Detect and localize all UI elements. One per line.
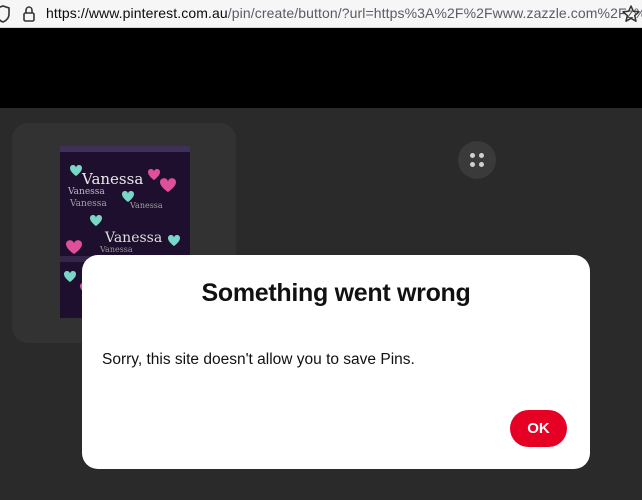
browser-url-bar[interactable]: https://www.pinterest.com.au/pin/create/… [0,0,642,28]
dot-icon [479,162,484,167]
ok-button[interactable]: OK [510,410,567,447]
pin-image-word: Vanessa [67,187,105,197]
shield-icon[interactable] [0,5,10,28]
url-text[interactable]: https://www.pinterest.com.au/pin/create/… [46,5,642,21]
dot-icon [470,162,475,167]
error-modal: Something went wrong Sorry, this site do… [82,255,590,469]
pin-image-word: Vanessa [99,245,133,254]
pin-image-word: Vanessa [129,201,163,210]
lock-icon[interactable] [22,5,36,28]
pin-image-word: Vanessa [81,170,143,188]
modal-title: Something went wrong [201,279,471,307]
pin-image-word: Vanessa [104,230,162,246]
modal-message: Sorry, this site doesn't allow you to sa… [102,351,415,368]
dot-icon [470,153,475,158]
url-host: https://www.pinterest.com.au [46,5,228,21]
url-path: /pin/create/button/?url=https%3A%2F%2Fww… [227,5,642,21]
dot-icon [479,153,484,158]
bookmark-star-icon[interactable] [621,4,641,29]
pin-image-word: Vanessa [69,199,107,209]
page-header [0,28,642,108]
more-options-button[interactable] [458,141,496,179]
